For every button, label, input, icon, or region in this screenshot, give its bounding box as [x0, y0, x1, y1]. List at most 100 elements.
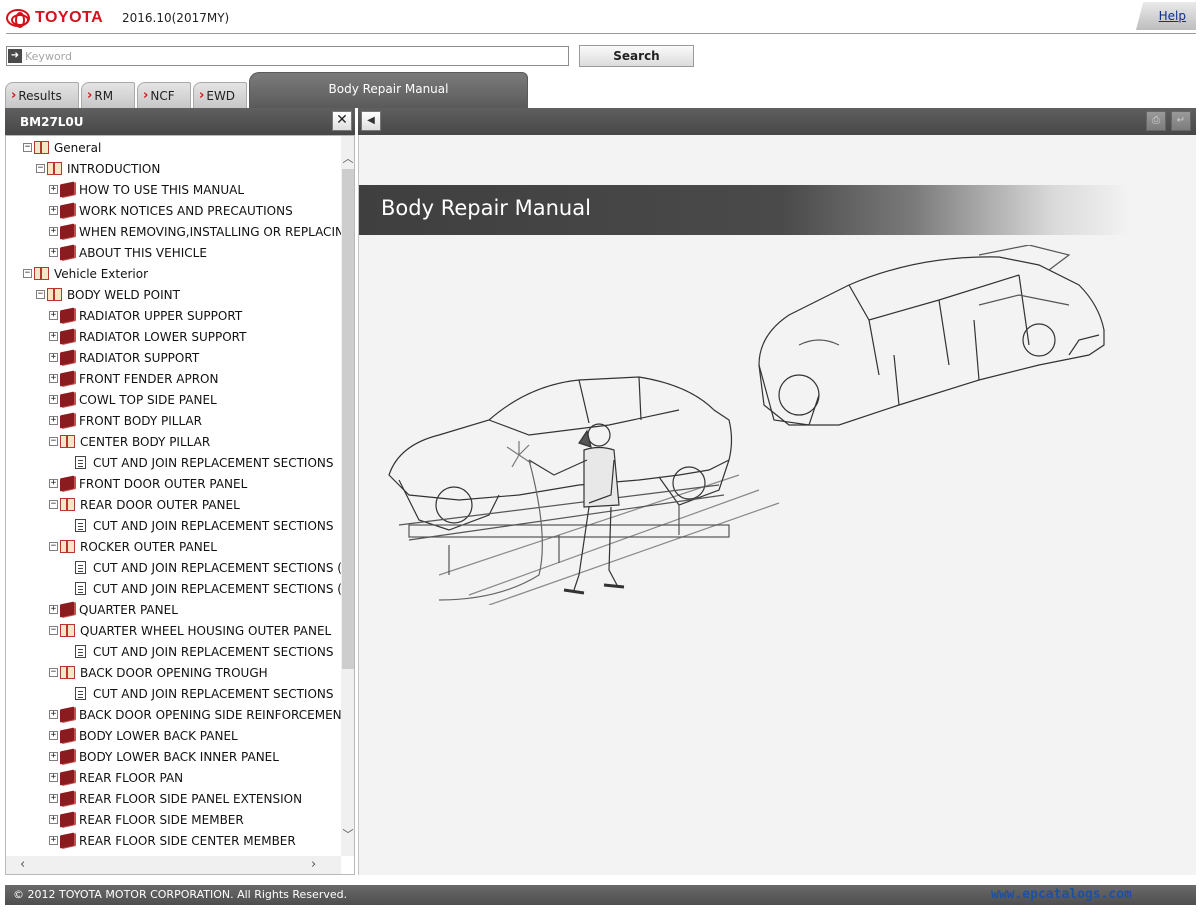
- brand-name: TOYOTA: [35, 9, 104, 26]
- tree-item[interactable]: CUT AND JOIN REPLACEMENT SECTIONS: [62, 515, 333, 536]
- collapse-icon[interactable]: −: [49, 668, 58, 677]
- tree-item[interactable]: + ABOUT THIS VEHICLE: [49, 242, 207, 263]
- chevron-right-icon: ›: [143, 88, 149, 103]
- tree-item[interactable]: + REAR FLOOR SIDE PANEL EXTENSION: [49, 788, 302, 809]
- tree-item[interactable]: − Vehicle Exterior: [23, 263, 148, 284]
- tree-item[interactable]: − REAR DOOR OUTER PANEL: [49, 494, 240, 515]
- collapse-icon[interactable]: −: [49, 542, 58, 551]
- body-repair-illustration: [388, 245, 1105, 605]
- expand-icon[interactable]: +: [49, 479, 58, 488]
- print-button[interactable]: ⎙: [1146, 111, 1166, 131]
- book-open-icon: [47, 162, 62, 175]
- tree-item[interactable]: + REAR FLOOR SIDE MEMBER: [49, 809, 244, 830]
- tree-item[interactable]: + HOW TO USE THIS MANUAL: [49, 179, 244, 200]
- tree-item[interactable]: − General: [23, 137, 101, 158]
- vertical-scrollbar[interactable]: ︿ ﹀: [341, 136, 354, 856]
- scrollbar-thumb[interactable]: [342, 169, 354, 669]
- tree-item[interactable]: − BODY WELD POINT: [36, 284, 180, 305]
- scroll-right-icon[interactable]: ›: [311, 857, 316, 872]
- tree-item-label: ROCKER OUTER PANEL: [80, 539, 217, 554]
- tree-item[interactable]: + WORK NOTICES AND PRECAUTIONS: [49, 200, 293, 221]
- tab-rm[interactable]: › RM: [81, 82, 135, 108]
- tree-item[interactable]: − QUARTER WHEEL HOUSING OUTER PANEL: [49, 620, 331, 641]
- tree-item-label: General: [54, 140, 102, 155]
- scroll-down-icon[interactable]: ﹀: [341, 826, 354, 841]
- tree-item[interactable]: + FRONT FENDER APRON: [49, 368, 218, 389]
- collapse-panel-button[interactable]: ◀: [361, 111, 381, 131]
- tree-item[interactable]: − CENTER BODY PILLAR: [49, 431, 210, 452]
- tab-body-repair-manual[interactable]: Body Repair Manual: [249, 72, 528, 108]
- expand-icon[interactable]: +: [49, 710, 58, 719]
- tree-item-label: REAR FLOOR SIDE PANEL EXTENSION: [79, 791, 303, 806]
- book-closed-icon: [60, 832, 74, 849]
- tree-item[interactable]: + REAR FLOOR SIDE CENTER MEMBER: [49, 830, 296, 851]
- tree-item[interactable]: + BACK DOOR OPENING SIDE REINFORCEMENT: [49, 704, 341, 725]
- collapse-icon[interactable]: −: [23, 143, 32, 152]
- tree-item[interactable]: − BACK DOOR OPENING TROUGH: [49, 662, 268, 683]
- tab-results[interactable]: › Results: [5, 82, 79, 108]
- book-closed-icon: [60, 412, 74, 429]
- tab-ncf[interactable]: › NCF: [137, 82, 191, 108]
- expand-icon[interactable]: +: [49, 227, 58, 236]
- tree-item[interactable]: CUT AND JOIN REPLACEMENT SECTIONS (SMA: [62, 557, 341, 578]
- book-closed-icon: [60, 727, 74, 744]
- expand-icon[interactable]: +: [49, 185, 58, 194]
- scroll-left-icon[interactable]: ‹: [20, 857, 25, 872]
- expand-icon[interactable]: +: [49, 332, 58, 341]
- book-closed-icon: [60, 601, 74, 618]
- tree-item[interactable]: + REAR FLOOR PAN: [49, 767, 183, 788]
- tree-item[interactable]: + FRONT BODY PILLAR: [49, 410, 202, 431]
- tree-item[interactable]: − ROCKER OUTER PANEL: [49, 536, 217, 557]
- expand-icon[interactable]: +: [49, 731, 58, 740]
- tree-item[interactable]: + BODY LOWER BACK PANEL: [49, 725, 238, 746]
- expand-icon[interactable]: +: [49, 374, 58, 383]
- tree-item-label: RADIATOR SUPPORT: [79, 350, 200, 365]
- tree-item[interactable]: CUT AND JOIN REPLACEMENT SECTIONS: [62, 641, 333, 662]
- tree-item[interactable]: + FRONT DOOR OUTER PANEL: [49, 473, 247, 494]
- expand-icon[interactable]: +: [49, 416, 58, 425]
- collapse-icon[interactable]: −: [49, 626, 58, 635]
- tab-ewd[interactable]: › EWD: [193, 82, 247, 108]
- tree-item[interactable]: + QUARTER PANEL: [49, 599, 178, 620]
- header: TOYOTA 2016.10(2017MY) Help: [0, 0, 1204, 34]
- collapse-icon[interactable]: −: [23, 269, 32, 278]
- expand-icon[interactable]: +: [49, 794, 58, 803]
- collapse-icon[interactable]: −: [49, 500, 58, 509]
- help-link[interactable]: Help: [1159, 9, 1186, 23]
- expand-icon[interactable]: +: [49, 836, 58, 845]
- tree-item[interactable]: + BODY LOWER BACK INNER PANEL: [49, 746, 279, 767]
- collapse-icon[interactable]: −: [49, 437, 58, 446]
- expand-icon[interactable]: +: [49, 353, 58, 362]
- expand-icon[interactable]: +: [49, 752, 58, 761]
- expand-icon[interactable]: +: [49, 248, 58, 257]
- tree-item[interactable]: CUT AND JOIN REPLACEMENT SECTIONS: [62, 452, 333, 473]
- book-closed-icon: [60, 370, 74, 387]
- tree-item[interactable]: + WHEN REMOVING,INSTALLING OR REPLACING: [49, 221, 341, 242]
- collapse-icon[interactable]: −: [36, 290, 45, 299]
- book-closed-icon: [60, 244, 74, 261]
- close-panel-button[interactable]: ✕: [332, 111, 352, 131]
- back-button[interactable]: ↵: [1171, 111, 1191, 131]
- page-icon: [75, 645, 86, 658]
- tree-item[interactable]: + RADIATOR SUPPORT: [49, 347, 199, 368]
- scroll-up-icon[interactable]: ︿: [341, 150, 354, 165]
- navigation-tree: − General − INTRODUCTION + HOW TO USE THIS MA…: [6, 137, 341, 857]
- expand-icon[interactable]: +: [49, 311, 58, 320]
- collapse-icon[interactable]: −: [36, 164, 45, 173]
- tree-item-label: REAR FLOOR SIDE MEMBER: [79, 812, 244, 827]
- tree-item[interactable]: CUT AND JOIN REPLACEMENT SECTIONS: [62, 683, 333, 704]
- tree-item[interactable]: + COWL TOP SIDE PANEL: [49, 389, 217, 410]
- expand-icon[interactable]: +: [49, 815, 58, 824]
- book-open-icon: [34, 267, 49, 280]
- horizontal-scrollbar[interactable]: ‹ ›: [6, 856, 341, 874]
- expand-icon[interactable]: +: [49, 605, 58, 614]
- tree-item[interactable]: + RADIATOR UPPER SUPPORT: [49, 305, 242, 326]
- keyword-search-input[interactable]: [25, 48, 565, 64]
- tree-item[interactable]: + RADIATOR LOWER SUPPORT: [49, 326, 246, 347]
- expand-icon[interactable]: +: [49, 395, 58, 404]
- expand-icon[interactable]: +: [49, 773, 58, 782]
- expand-icon[interactable]: +: [49, 206, 58, 215]
- tree-item[interactable]: CUT AND JOIN REPLACEMENT SECTIONS (LAR: [62, 578, 341, 599]
- tree-item[interactable]: − INTRODUCTION: [36, 158, 160, 179]
- search-button[interactable]: Search: [579, 45, 694, 67]
